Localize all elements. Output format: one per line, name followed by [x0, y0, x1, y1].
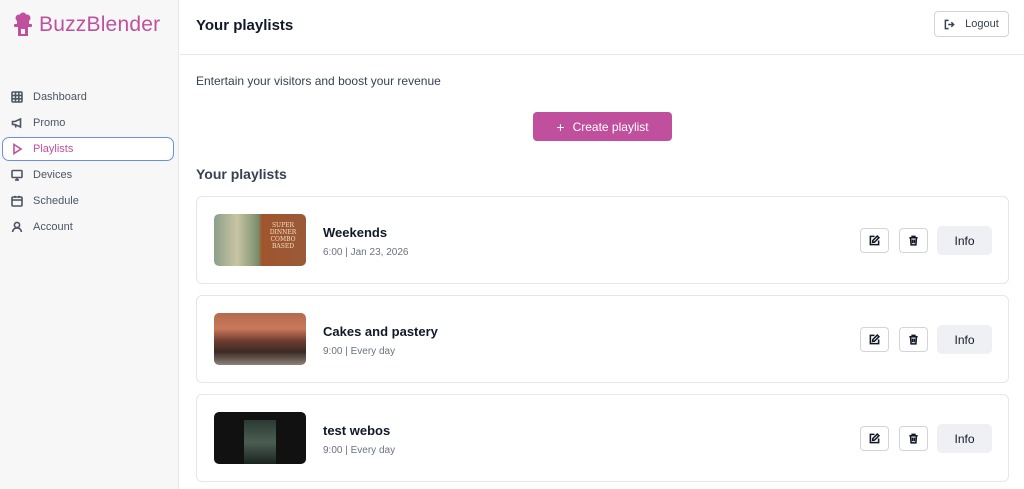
sidebar-item-label: Devices [33, 169, 73, 181]
edit-icon [869, 433, 880, 444]
sidebar-item-label: Schedule [33, 195, 79, 207]
create-playlist-button[interactable]: + Create playlist [533, 112, 672, 141]
sidebar-item-dashboard[interactable]: Dashboard [2, 85, 174, 109]
section-title: Your playlists [196, 166, 287, 182]
thumbnail-text: SUPER DINNER COMBO BASED [269, 222, 297, 250]
edit-button[interactable] [860, 327, 889, 352]
playlist-schedule: 9:00 | Every day [323, 346, 396, 357]
thumbnail-image [244, 420, 276, 464]
page-subtitle: Entertain your visitors and boost your r… [196, 74, 441, 88]
edit-button[interactable] [860, 426, 889, 451]
grid-icon [11, 91, 23, 103]
logout-button[interactable]: Logout [934, 11, 1009, 37]
top-header: Your playlists Logout [180, 0, 1024, 55]
sidebar-item-label: Dashboard [33, 91, 87, 103]
sidebar-item-account[interactable]: Account [2, 215, 174, 239]
plus-icon: + [556, 118, 565, 135]
delete-button[interactable] [899, 327, 928, 352]
sidebar-item-label: Playlists [33, 143, 74, 155]
trash-icon [909, 433, 918, 444]
playlist-thumbnail[interactable] [214, 412, 306, 464]
create-playlist-label: Create playlist [572, 119, 649, 134]
sidebar-item-devices[interactable]: Devices [2, 163, 174, 187]
info-button[interactable]: Info [937, 325, 992, 354]
sidebar-item-label: Account [33, 221, 73, 233]
playlist-card: test webos 9:00 | Every day Info [196, 394, 1009, 482]
sidebar: BuzzBlender Dashboard Promo Playlists De… [0, 0, 179, 489]
trash-icon [909, 235, 918, 246]
edit-icon [869, 334, 880, 345]
page-title: Your playlists [196, 17, 294, 34]
sidebar-item-schedule[interactable]: Schedule [2, 189, 174, 213]
main-content: Entertain your visitors and boost your r… [180, 56, 1024, 489]
brand-name: BuzzBlender [39, 13, 161, 36]
delete-button[interactable] [899, 426, 928, 451]
play-icon [13, 143, 23, 155]
sidebar-item-promo[interactable]: Promo [2, 111, 174, 135]
user-icon [11, 221, 23, 233]
brand-logo[interactable]: BuzzBlender [12, 12, 160, 38]
megaphone-icon [11, 117, 22, 129]
logout-icon [944, 19, 955, 29]
playlist-schedule: 9:00 | Every day [323, 445, 396, 456]
sidebar-nav: Dashboard Promo Playlists Devices Schedu… [0, 85, 179, 241]
playlist-card: Cakes and pastery 9:00 | Every day Info [196, 295, 1009, 383]
trash-icon [909, 334, 918, 345]
playlist-thumbnail[interactable]: SUPER DINNER COMBO BASED [214, 214, 306, 266]
logout-label: Logout [965, 18, 999, 30]
info-button[interactable]: Info [937, 424, 992, 453]
edit-icon [869, 235, 880, 246]
sidebar-item-playlists[interactable]: Playlists [2, 137, 174, 161]
info-button[interactable]: Info [937, 226, 992, 255]
edit-button[interactable] [860, 228, 889, 253]
playlist-title: Cakes and pastery [323, 324, 438, 339]
delete-button[interactable] [899, 228, 928, 253]
monitor-icon [11, 169, 23, 181]
chef-hat-icon [14, 12, 32, 36]
playlist-card: SUPER DINNER COMBO BASED Weekends 6:00 |… [196, 196, 1009, 284]
calendar-icon [11, 195, 23, 207]
playlist-schedule: 6:00 | Jan 23, 2026 [323, 247, 409, 258]
sidebar-item-label: Promo [33, 117, 66, 129]
playlist-title: Weekends [323, 225, 388, 240]
playlist-thumbnail[interactable] [214, 313, 306, 365]
playlist-title: test webos [323, 423, 391, 438]
